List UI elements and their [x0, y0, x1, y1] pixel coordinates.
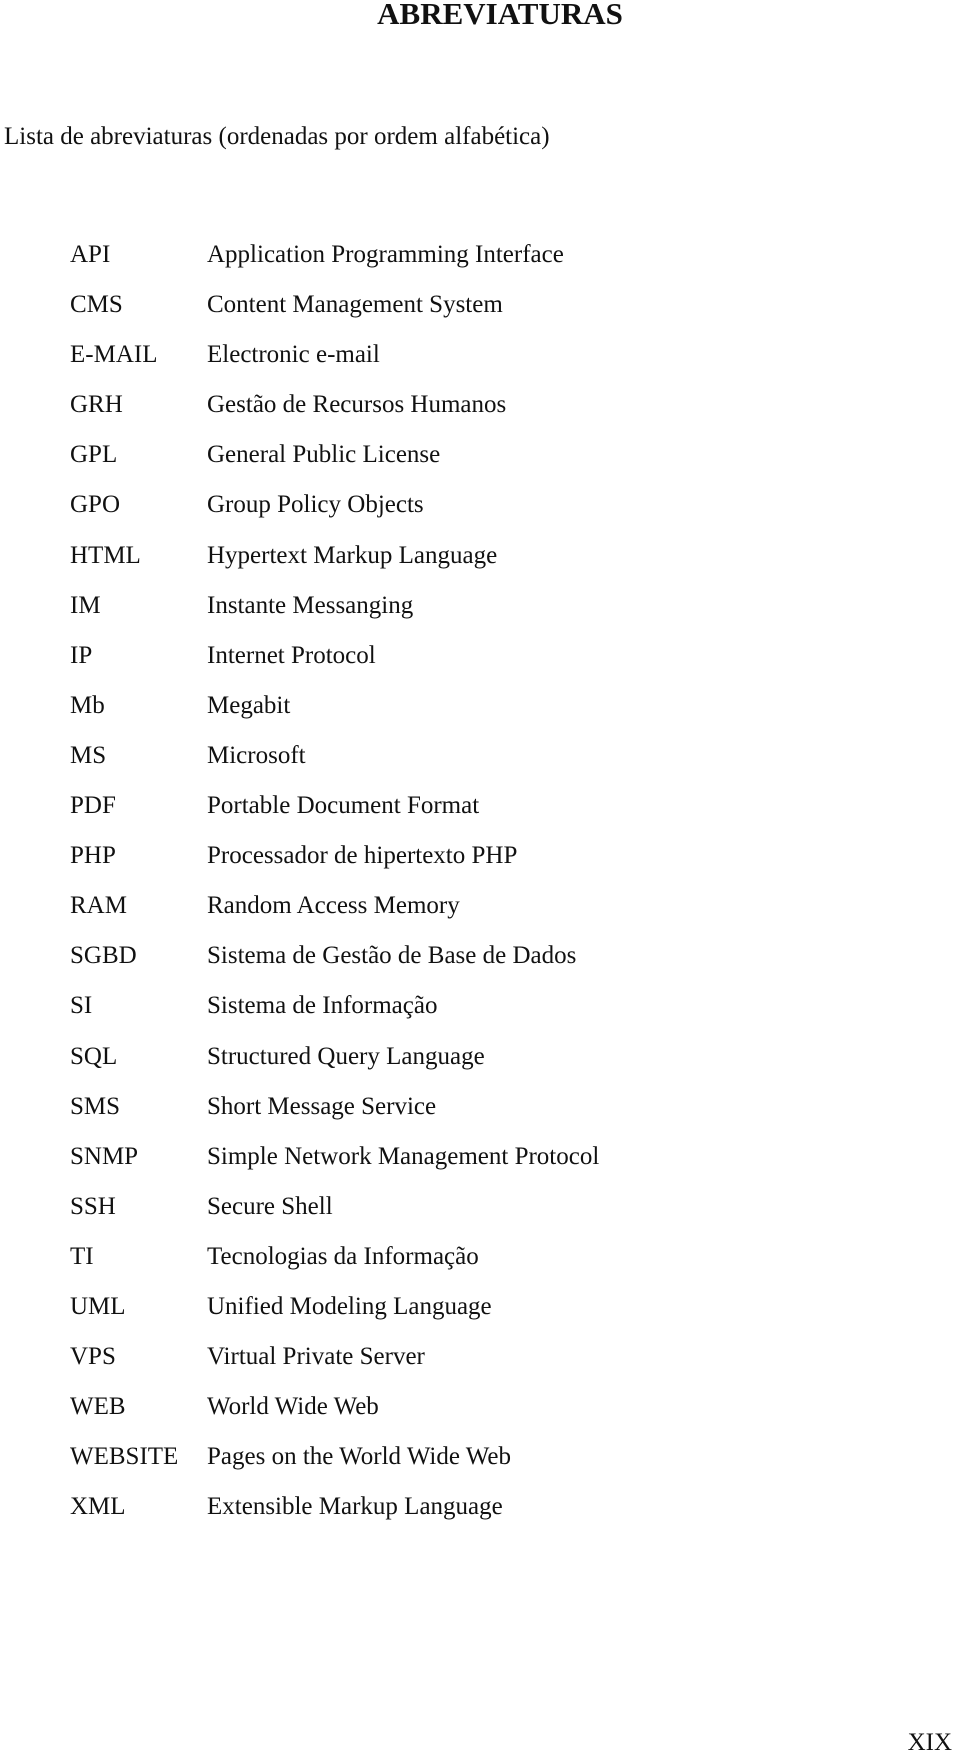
abbreviation-code: GRH [70, 391, 123, 419]
abbreviation-meaning: Hypertext Markup Language [207, 541, 498, 569]
abbreviation-row: IM Instante Messanging [70, 591, 599, 641]
abbreviation-meaning: Gestão de Recursos Humanos [207, 391, 507, 419]
abbreviation-code: SI [70, 992, 93, 1020]
abbreviation-code: TI [70, 1242, 94, 1270]
abbreviation-row: IP Internet Protocol [70, 641, 599, 691]
abbreviation-meaning: Short Message Service [207, 1092, 437, 1120]
abbreviation-code: WEB [70, 1393, 126, 1421]
abbreviation-code: UML [70, 1292, 126, 1320]
abbreviation-row: E-MAIL Electronic e-mail [70, 340, 599, 390]
abbreviation-meaning: General Public License [207, 441, 441, 469]
abbreviation-code: E-MAIL [70, 341, 158, 369]
abbreviation-row: HTML Hypertext Markup Language [70, 541, 599, 591]
abbreviation-code: SNMP [70, 1142, 139, 1170]
abbreviation-row: SQL Structured Query Language [70, 1042, 599, 1092]
abbreviation-code: RAM [70, 892, 127, 920]
abbreviation-meaning: Megabit [207, 691, 291, 719]
abbreviation-code: Mb [70, 691, 105, 719]
abbreviation-row: SSH Secure Shell [70, 1192, 599, 1242]
abbreviation-code: SGBD [70, 942, 137, 970]
abbreviation-code: WEBSITE [70, 1443, 179, 1471]
abbreviation-meaning: Content Management System [207, 291, 503, 319]
abbreviation-meaning: Group Policy Objects [207, 491, 424, 519]
abbreviation-meaning: Sistema de Gestão de Base de Dados [207, 942, 577, 970]
abbreviation-row: SGBD Sistema de Gestão de Base de Dados [70, 941, 599, 991]
abbreviation-code: PHP [70, 842, 116, 870]
abbreviation-row: PHP Processador de hipertexto PHP [70, 841, 599, 891]
abbreviation-meaning: Sistema de Informação [207, 992, 438, 1020]
abbreviation-row: SMS Short Message Service [70, 1092, 599, 1142]
abbreviation-code: PDF [70, 792, 116, 820]
abbreviation-row: SNMP Simple Network Management Protocol [70, 1142, 599, 1192]
abbreviation-row: VPS Virtual Private Server [70, 1342, 599, 1392]
abbreviation-meaning: Random Access Memory [207, 892, 460, 920]
page-title: ABREVIATURAS [377, 0, 623, 31]
abbreviation-row: Mb Megabit [70, 691, 599, 741]
abbreviation-meaning: Portable Document Format [207, 792, 480, 820]
abbreviation-meaning: Electronic e-mail [207, 341, 380, 369]
abbreviation-meaning: Processador de hipertexto PHP [207, 842, 518, 870]
abbreviation-code: GPO [70, 491, 121, 519]
abbreviation-code: XML [70, 1493, 126, 1521]
abbreviation-row: XML Extensible Markup Language [70, 1492, 599, 1542]
abbreviation-row: CMS Content Management System [70, 290, 599, 340]
abbreviation-code: IM [70, 591, 101, 619]
abbreviation-meaning: Structured Query Language [207, 1042, 485, 1070]
abbreviation-row: MS Microsoft [70, 741, 599, 791]
abbreviation-row: GPO Group Policy Objects [70, 490, 599, 540]
intro-text: Lista de abreviaturas (ordenadas por ord… [4, 123, 550, 150]
abbreviation-row: PDF Portable Document Format [70, 791, 599, 841]
abbreviation-meaning: Extensible Markup Language [207, 1493, 503, 1521]
abbreviation-row: WEBSITE Pages on the World Wide Web [70, 1442, 599, 1492]
abbreviation-row: UML Unified Modeling Language [70, 1292, 599, 1342]
abbreviation-row: RAM Random Access Memory [70, 891, 599, 941]
abbreviation-code: GPL [70, 441, 118, 469]
abbreviation-code: CMS [70, 291, 123, 319]
abbreviation-code: SQL [70, 1042, 118, 1070]
abbreviation-meaning: Secure Shell [207, 1192, 333, 1220]
abbreviation-list: API Application Programming Interface CMS C… [70, 240, 599, 1542]
abbreviation-code: API [70, 241, 111, 268]
abbreviation-code: SSH [70, 1192, 116, 1220]
abbreviation-meaning: Pages on the World Wide Web [207, 1443, 511, 1471]
abbreviation-code: HTML [70, 541, 141, 569]
abbreviation-meaning: World Wide Web [207, 1393, 379, 1421]
abbreviation-meaning: Simple Network Management Protocol [207, 1142, 600, 1170]
abbreviation-meaning: Microsoft [207, 741, 306, 769]
abbreviation-row: SI Sistema de Informação [70, 991, 599, 1041]
abbreviation-meaning: Internet Protocol [207, 641, 376, 669]
abbreviation-row: API Application Programming Interface [70, 240, 599, 290]
abbreviation-row: GPL General Public License [70, 440, 599, 490]
abbreviation-meaning: Tecnologias da Informação [207, 1242, 479, 1270]
page-number: XIX [907, 1729, 952, 1756]
abbreviation-code: SMS [70, 1092, 121, 1120]
abbreviation-code: IP [70, 641, 93, 669]
abbreviation-row: WEB World Wide Web [70, 1392, 599, 1442]
abbreviation-meaning: Instante Messanging [207, 591, 414, 619]
abbreviation-row: TI Tecnologias da Informação [70, 1242, 599, 1292]
abbreviation-code: MS [70, 741, 107, 769]
abbreviation-meaning: Unified Modeling Language [207, 1292, 492, 1320]
abbreviation-row: GRH Gestão de Recursos Humanos [70, 390, 599, 440]
abbreviation-code: VPS [70, 1343, 116, 1371]
abbreviation-meaning: Application Programming Interface [207, 241, 564, 268]
abbreviation-meaning: Virtual Private Server [207, 1343, 425, 1371]
